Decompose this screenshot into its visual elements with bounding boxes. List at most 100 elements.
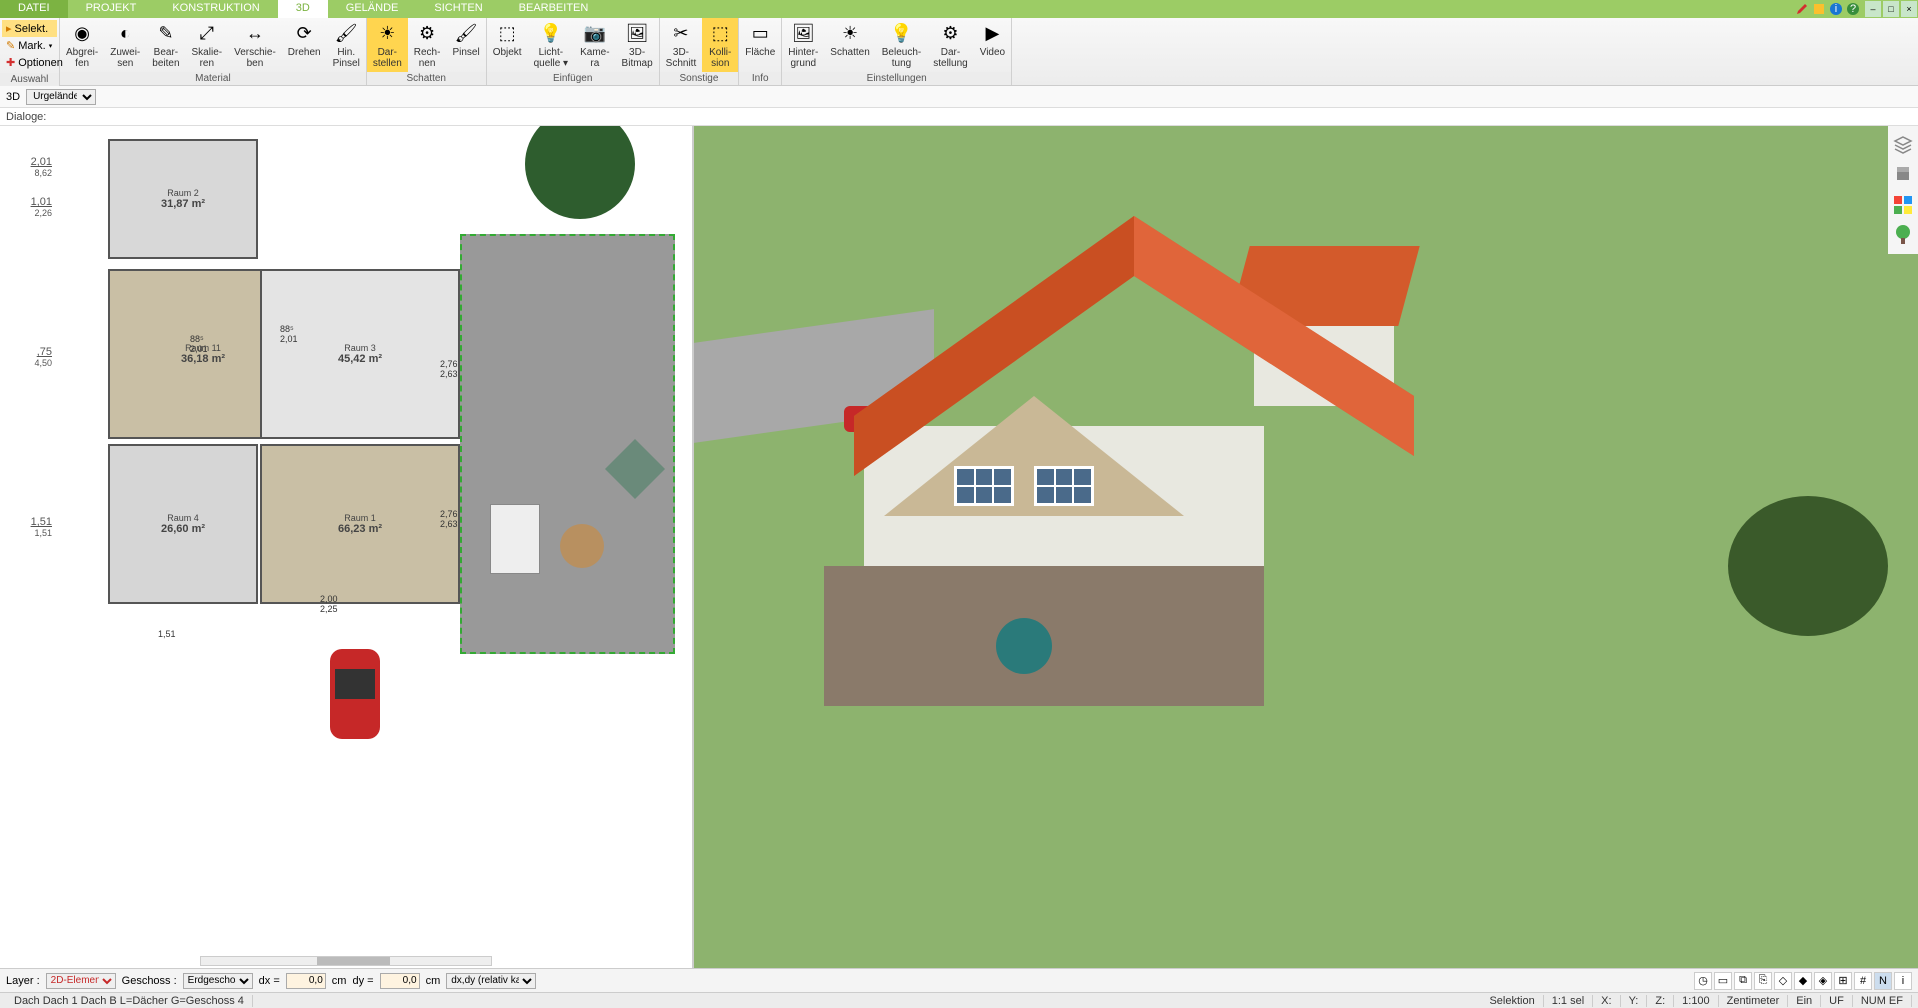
ruler-dim: 1,012,26: [8, 196, 52, 218]
dimension-label: 1,51: [158, 629, 176, 639]
clock-icon[interactable]: ◷: [1694, 972, 1712, 990]
floor-plan[interactable]: Raum 231,87 m²Raum 1136,18 m²Raum 345,42…: [60, 134, 684, 960]
ribbon-btn-dschnitt[interactable]: ✂3D-Schnitt: [660, 18, 703, 72]
ribbon-btn-verschieben[interactable]: ↔Verschie-ben: [228, 18, 282, 72]
snap3-icon[interactable]: ◈: [1814, 972, 1832, 990]
ribbon-icon: 💡: [539, 21, 563, 45]
tree-sidebar-icon[interactable]: [1892, 224, 1914, 246]
view-2d[interactable]: 2,018,621,012,26,754,501,511,51 Raum 231…: [0, 126, 694, 968]
minimize-button[interactable]: –: [1865, 1, 1881, 17]
ribbon-icon: ⬚: [495, 21, 519, 45]
info-small-icon[interactable]: i: [1894, 972, 1912, 990]
menu-projekt[interactable]: PROJEKT: [68, 0, 155, 18]
dx-input[interactable]: [286, 973, 326, 989]
grid-icon[interactable]: ⊞: [1834, 972, 1852, 990]
ruler-dim: 1,511,51: [8, 516, 52, 538]
ribbon-btn-kamera[interactable]: 📷Kame-ra: [574, 18, 615, 72]
maximize-button[interactable]: □: [1883, 1, 1899, 17]
room-area: 66,23 m²: [338, 523, 382, 535]
link-icon[interactable]: ⧉: [1734, 972, 1752, 990]
optionen-button[interactable]: ✚Optionen: [2, 54, 57, 71]
ribbon-btn-zuweisen[interactable]: ◐Zuwei-sen: [104, 18, 146, 72]
ribbon-btn-label: 3D-Bitmap: [622, 47, 653, 69]
menu-sichten[interactable]: SICHTEN: [416, 0, 500, 18]
tool-icon[interactable]: [1812, 2, 1826, 16]
ribbon-btn-skalieren[interactable]: ⤢Skalie-ren: [186, 18, 229, 72]
pencil-icon[interactable]: [1795, 2, 1809, 16]
ribbon-btn-drehen[interactable]: ⟳Drehen: [282, 18, 327, 72]
ribbon-icon: ↔: [243, 21, 267, 45]
ribbon-btn-hintergrund[interactable]: 🖼Hinter-grund: [782, 18, 824, 72]
geschoss-select[interactable]: Erdgeschos: [183, 973, 253, 989]
ribbon-btn-schatten[interactable]: ☀ Schatten: [824, 18, 875, 72]
ribbon-btn-label: Objekt: [493, 47, 522, 58]
selekt-button[interactable]: ▸Selekt.: [2, 20, 57, 37]
ribbon-icon: ⚙: [415, 21, 439, 45]
ribbon-icon: ☀: [838, 21, 862, 45]
ribbon-group-label: Einstellungen: [782, 72, 1011, 85]
dy-unit: cm: [426, 975, 441, 987]
ruler-dim: ,754,50: [8, 346, 52, 368]
screen-icon[interactable]: ▭: [1714, 972, 1732, 990]
ribbon-btn-lichtquelle[interactable]: 💡Licht-quelle ▾: [528, 18, 575, 72]
ribbon-btn-flche[interactable]: ▭Fläche: [739, 18, 781, 72]
room[interactable]: Raum 345,42 m²: [260, 269, 460, 439]
ribbon-btn-abgreifen[interactable]: ◉Abgrei-fen: [60, 18, 104, 72]
ribbon-btn-hinpinsel[interactable]: 🖌Hin.Pinsel: [327, 18, 366, 72]
ribbon-icon: ◐: [113, 21, 137, 45]
layer-label: Layer :: [6, 975, 40, 987]
secondary-bar: 3D Urgelände: [0, 86, 1918, 108]
mode-select[interactable]: dx,dy (relativ ka: [446, 973, 536, 989]
ribbon-icon: ⤢: [195, 21, 219, 45]
layer-select[interactable]: 2D-Elemen: [46, 973, 116, 989]
chair-icon[interactable]: [1892, 164, 1914, 186]
ribbon-btn-video[interactable]: ▶Video: [974, 18, 1011, 72]
car-icon: [320, 644, 390, 744]
ribbon-btn-label: Schatten: [830, 47, 869, 58]
layer-dropdown[interactable]: Urgelände: [26, 89, 96, 105]
view-3d[interactable]: [694, 126, 1918, 968]
menu-bearbeiten[interactable]: BEARBEITEN: [501, 0, 607, 18]
room-label: Raum 4: [167, 513, 199, 523]
menu-konstruktion[interactable]: KONSTRUKTION: [154, 0, 277, 18]
mark-button[interactable]: ✎Mark.▾: [2, 37, 57, 54]
status-unit: Zentimeter: [1719, 995, 1789, 1007]
room-label: Raum 1: [344, 513, 376, 523]
room[interactable]: Raum 231,87 m²: [108, 139, 258, 259]
room-label: Raum 3: [344, 343, 376, 353]
ribbon-btn-beleuchtung[interactable]: 💡Beleuch-tung: [876, 18, 927, 72]
help-icon[interactable]: ?: [1846, 2, 1860, 16]
ribbon-icon: 🖌: [454, 21, 478, 45]
ribbon-btn-darstellen[interactable]: ☀Dar-stellen: [367, 18, 408, 72]
menu-3d[interactable]: 3D: [278, 0, 328, 18]
north-icon[interactable]: N: [1874, 972, 1892, 990]
ribbon-btn-pinsel[interactable]: 🖌Pinsel: [446, 18, 485, 72]
ribbon-icon: 🖌: [334, 21, 358, 45]
ribbon-btn-dbitmap[interactable]: 🖼3D-Bitmap: [616, 18, 659, 72]
ribbon-icon: 📷: [583, 21, 607, 45]
snap1-icon[interactable]: ◇: [1774, 972, 1792, 990]
copy-icon[interactable]: ⎘: [1754, 972, 1772, 990]
ribbon-btn-label: Beleuch-tung: [882, 47, 921, 69]
ribbon-btn-kollision[interactable]: ⬚Kolli-sion: [702, 18, 738, 72]
ribbon-btn-darstellung[interactable]: ⚙Dar-stellung: [927, 18, 973, 72]
layers-icon[interactable]: [1892, 134, 1914, 156]
close-button[interactable]: ×: [1901, 1, 1917, 17]
ribbon-btn-label: Video: [980, 47, 1005, 58]
menu-gelaende[interactable]: GELÄNDE: [328, 0, 417, 18]
info-icon[interactable]: i: [1829, 2, 1843, 16]
menu-file[interactable]: DATEI: [0, 0, 68, 18]
scrollbar-horizontal[interactable]: [200, 956, 492, 966]
ribbon-btn-rechnen[interactable]: ⚙Rech-nen: [408, 18, 447, 72]
ribbon-icon: ◉: [70, 21, 94, 45]
ribbon-btn-bearbeiten[interactable]: ✎Bear-beiten: [146, 18, 185, 72]
ribbon-btn-objekt[interactable]: ⬚ Objekt: [487, 18, 528, 72]
room[interactable]: Raum 166,23 m²: [260, 444, 460, 604]
dx-unit: cm: [332, 975, 347, 987]
snap2-icon[interactable]: ◆: [1794, 972, 1812, 990]
ribbon: ▸Selekt. ✎Mark.▾ ✚Optionen Auswahl ◉Abgr…: [0, 18, 1918, 86]
hash-icon[interactable]: #: [1854, 972, 1872, 990]
dy-input[interactable]: [380, 973, 420, 989]
palette-icon[interactable]: [1892, 194, 1914, 216]
room[interactable]: Raum 426,60 m²: [108, 444, 258, 604]
